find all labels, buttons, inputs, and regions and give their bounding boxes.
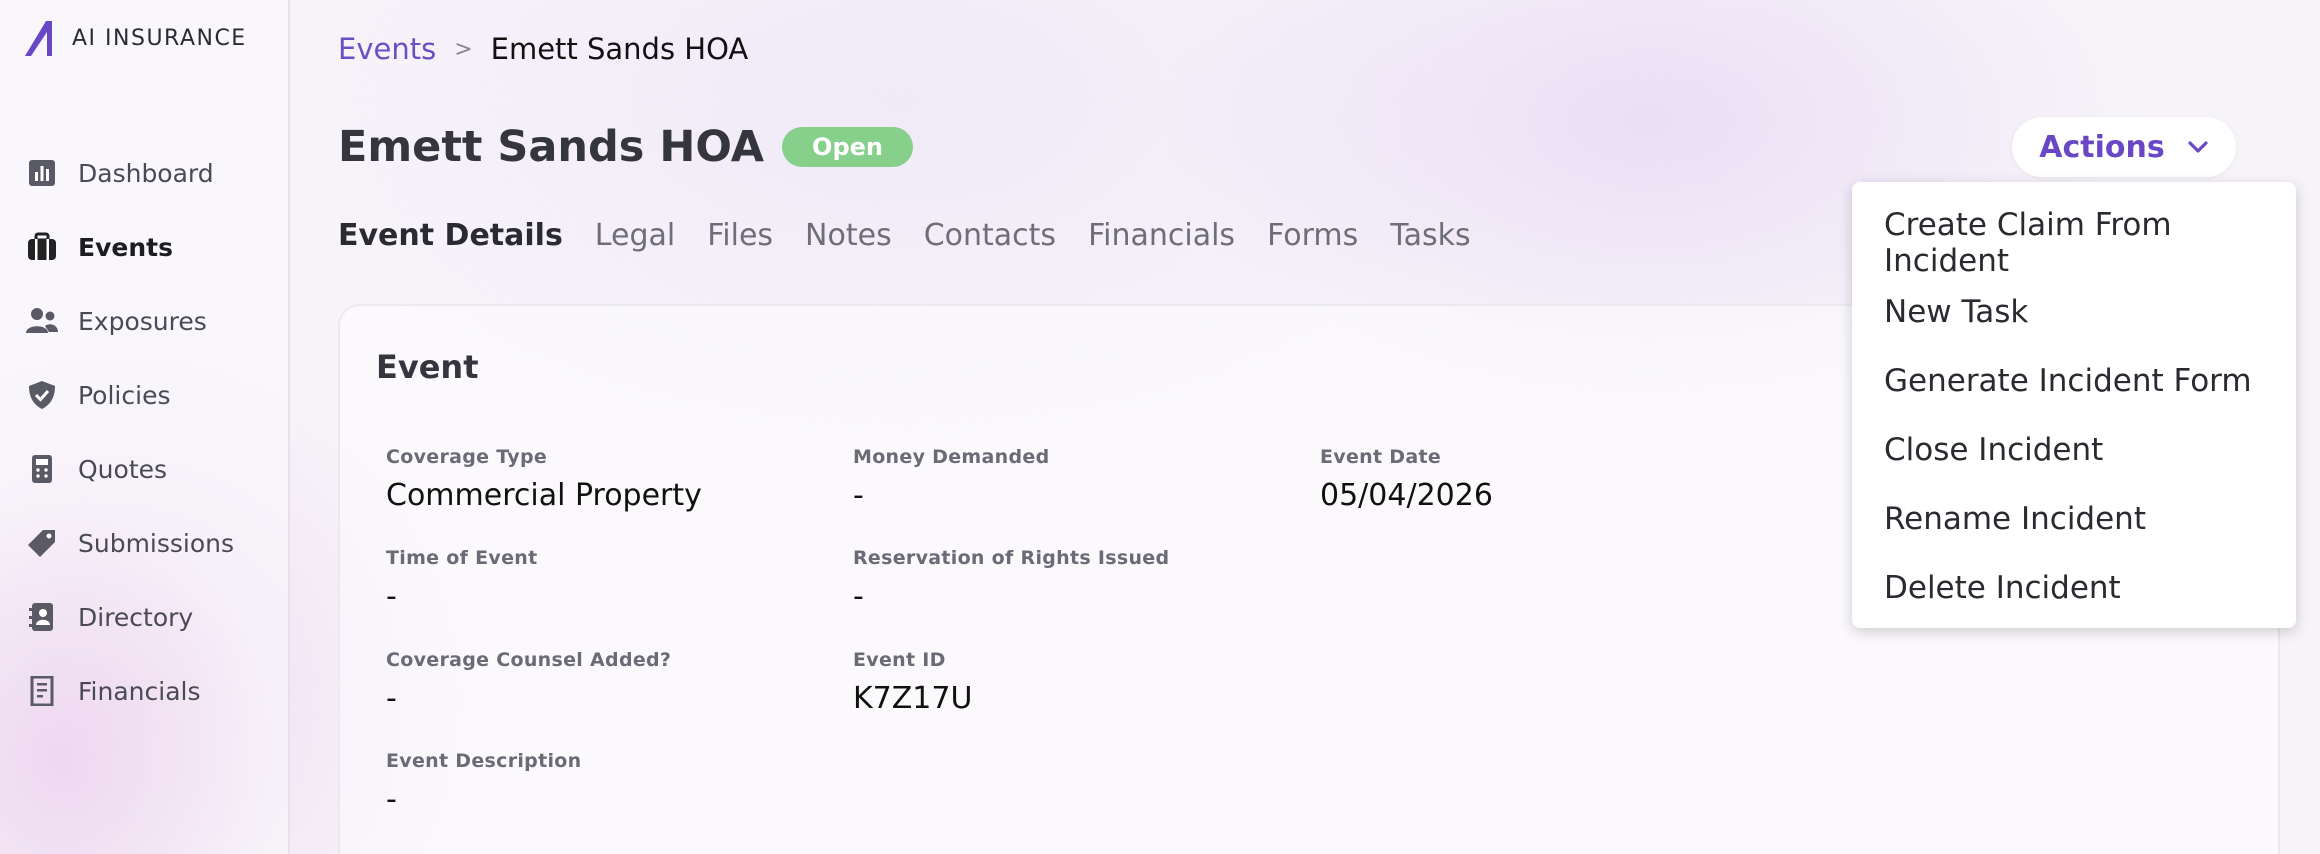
people-icon xyxy=(26,305,58,337)
briefcase-icon xyxy=(26,231,58,263)
menu-item-new-task[interactable]: New Task xyxy=(1852,277,2296,346)
field-value: - xyxy=(853,478,864,513)
tab-legal[interactable]: Legal xyxy=(595,218,675,253)
field-value: - xyxy=(386,782,397,817)
field-value: - xyxy=(386,681,397,716)
tab-bar: Event Details Legal Files Notes Contacts… xyxy=(338,218,1471,253)
field-event-date: Event Date 05/04/2026 xyxy=(1320,446,1493,513)
field-event-description: Event Description - xyxy=(386,750,581,817)
tab-files[interactable]: Files xyxy=(707,218,773,253)
field-value: K7Z17U xyxy=(853,681,973,716)
sidebar-item-label: Directory xyxy=(78,602,194,632)
sidebar-item-quotes[interactable]: Quotes xyxy=(0,432,290,506)
sidebar-item-directory[interactable]: Directory xyxy=(0,580,290,654)
field-label: Event ID xyxy=(853,649,946,671)
tab-financials[interactable]: Financials xyxy=(1088,218,1235,253)
bar-chart-icon xyxy=(26,157,58,189)
sidebar: AI INSURANCE Dashboard Events Exposures … xyxy=(0,0,290,854)
field-value: Commercial Property xyxy=(386,478,702,513)
actions-menu: Create Claim From Incident New Task Gene… xyxy=(1852,182,2296,628)
calculator-icon xyxy=(26,453,58,485)
field-label: Money Demanded xyxy=(853,446,1050,468)
field-coverage-type: Coverage Type Commercial Property xyxy=(386,446,702,513)
sidebar-item-financials[interactable]: Financials xyxy=(0,654,290,728)
logo[interactable]: AI INSURANCE xyxy=(22,18,247,58)
tab-forms[interactable]: Forms xyxy=(1267,218,1358,253)
tab-tasks[interactable]: Tasks xyxy=(1390,218,1470,253)
menu-item-create-claim[interactable]: Create Claim From Incident xyxy=(1852,207,2296,279)
sidebar-item-dashboard[interactable]: Dashboard xyxy=(0,136,290,210)
receipt-icon xyxy=(26,675,58,707)
field-label: Event Description xyxy=(386,750,582,772)
field-reservation-of-rights: Reservation of Rights Issued - xyxy=(853,547,1169,614)
field-value: - xyxy=(386,579,397,614)
actions-button[interactable]: Actions xyxy=(2012,117,2236,177)
logo-icon xyxy=(25,21,52,56)
sidebar-item-label: Dashboard xyxy=(78,158,214,188)
sidebar-nav: Dashboard Events Exposures Policies Quot… xyxy=(0,136,290,728)
sidebar-item-label: Events xyxy=(78,232,173,262)
sidebar-item-events[interactable]: Events xyxy=(0,210,290,284)
breadcrumb-events-link[interactable]: Events xyxy=(338,32,436,66)
brand-name: AI INSURANCE xyxy=(72,25,247,51)
contact-book-icon xyxy=(26,601,58,633)
tab-event-details[interactable]: Event Details xyxy=(338,218,563,253)
title-row: Emett Sands HOA Open xyxy=(338,122,913,172)
breadcrumb-current: Emett Sands HOA xyxy=(490,32,749,66)
tag-icon xyxy=(26,527,58,559)
sidebar-item-label: Financials xyxy=(78,676,201,706)
field-label: Time of Event xyxy=(386,547,538,569)
menu-item-close-incident[interactable]: Close Incident xyxy=(1852,415,2296,484)
menu-item-generate-incident-form[interactable]: Generate Incident Form xyxy=(1852,346,2296,415)
card-title: Event xyxy=(376,348,479,386)
field-label: Event Date xyxy=(1320,446,1442,468)
chevron-down-icon xyxy=(2188,141,2208,153)
field-value: - xyxy=(853,579,864,614)
field-label: Coverage Counsel Added? xyxy=(386,649,672,671)
sidebar-item-label: Quotes xyxy=(78,454,168,484)
field-label: Coverage Type xyxy=(386,446,548,468)
sidebar-item-exposures[interactable]: Exposures xyxy=(0,284,290,358)
sidebar-item-label: Policies xyxy=(78,380,171,410)
field-money-demanded: Money Demanded - xyxy=(853,446,1049,513)
menu-item-rename-incident[interactable]: Rename Incident xyxy=(1852,484,2296,553)
field-label: Reservation of Rights Issued xyxy=(853,547,1170,569)
sidebar-item-label: Exposures xyxy=(78,306,207,336)
status-badge: Open xyxy=(782,127,913,167)
field-value: 05/04/2026 xyxy=(1320,478,1493,513)
sidebar-item-label: Submissions xyxy=(78,528,235,558)
breadcrumb-separator: > xyxy=(454,36,473,62)
field-event-id: Event ID K7Z17U xyxy=(853,649,972,716)
breadcrumb: Events > Emett Sands HOA xyxy=(338,32,748,66)
tab-contacts[interactable]: Contacts xyxy=(924,218,1056,253)
shield-check-icon xyxy=(26,379,58,411)
actions-label: Actions xyxy=(2039,129,2165,165)
tab-notes[interactable]: Notes xyxy=(805,218,892,253)
menu-item-delete-incident[interactable]: Delete Incident xyxy=(1852,553,2296,622)
page-title: Emett Sands HOA xyxy=(338,122,765,172)
field-time-of-event: Time of Event - xyxy=(386,547,537,614)
sidebar-item-submissions[interactable]: Submissions xyxy=(0,506,290,580)
field-coverage-counsel: Coverage Counsel Added? - xyxy=(386,649,671,716)
sidebar-item-policies[interactable]: Policies xyxy=(0,358,290,432)
